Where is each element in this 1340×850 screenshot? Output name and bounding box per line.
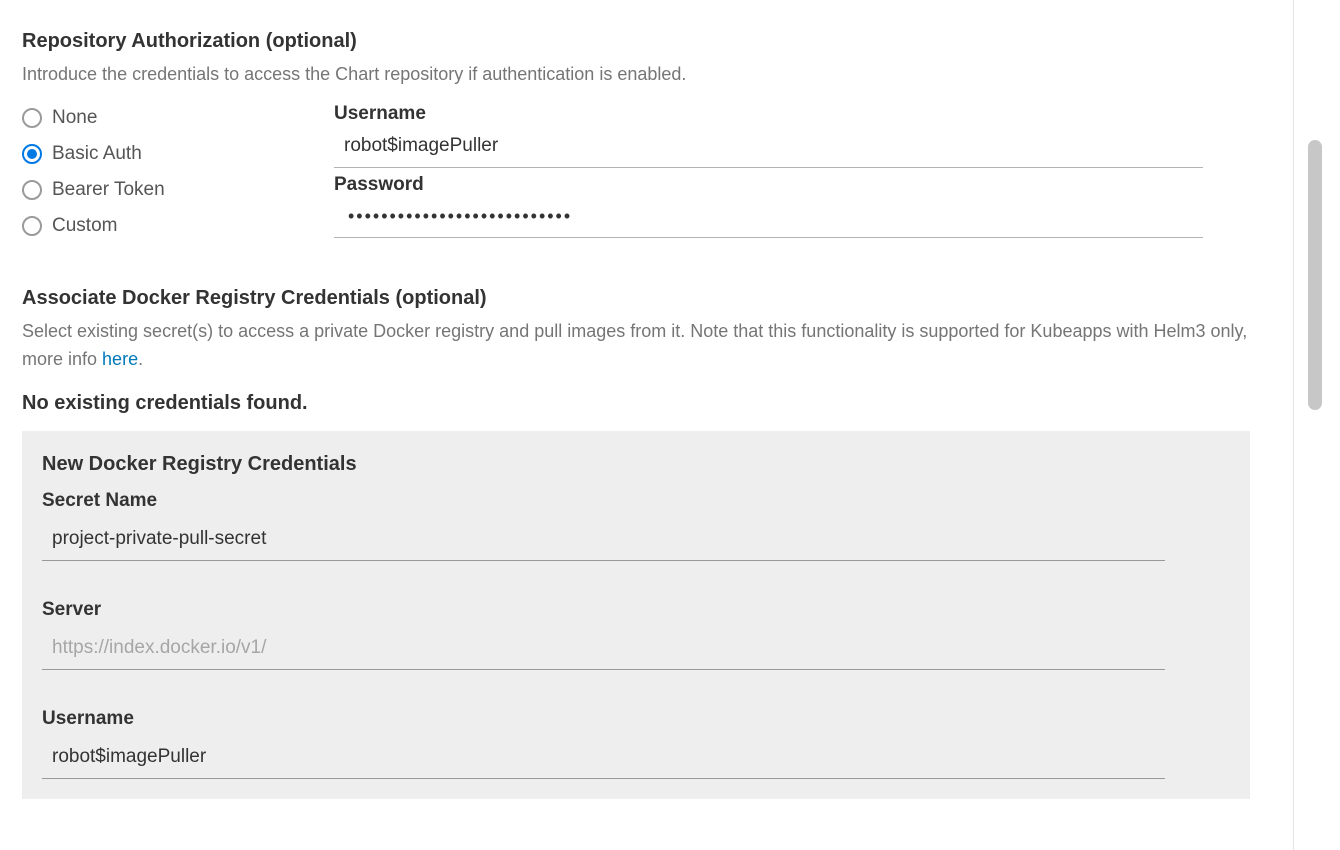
server-input[interactable]: [42, 629, 1165, 670]
vertical-divider: [1293, 0, 1294, 850]
radio-option-basic-auth[interactable]: Basic Auth: [22, 143, 334, 165]
docker-section-description: Select existing secret(s) to access a pr…: [22, 318, 1263, 374]
docker-username-input[interactable]: [42, 738, 1165, 779]
radio-label-basic: Basic Auth: [52, 143, 142, 165]
repo-auth-title: Repository Authorization (optional): [22, 30, 1263, 53]
password-input[interactable]: •••••••••••••••••••••••••••: [334, 198, 1203, 238]
radio-icon: [22, 216, 42, 236]
username-field-group: Username: [334, 103, 1203, 168]
scrollbar-thumb[interactable]: [1308, 140, 1322, 410]
password-label: Password: [334, 174, 1203, 196]
radio-icon-selected: [22, 144, 42, 164]
repo-auth-row: None Basic Auth Bearer Token Custom User…: [22, 103, 1263, 251]
username-input[interactable]: [334, 127, 1203, 168]
radio-column: None Basic Auth Bearer Token Custom: [22, 103, 334, 251]
credentials-column: Username Password ••••••••••••••••••••••…: [334, 103, 1263, 251]
docker-username-label: Username: [42, 708, 1230, 730]
radio-label-bearer: Bearer Token: [52, 179, 165, 201]
docker-card-title: New Docker Registry Credentials: [42, 453, 1230, 476]
here-link[interactable]: here: [102, 349, 138, 369]
server-label: Server: [42, 599, 1230, 621]
password-field-group: Password •••••••••••••••••••••••••••: [334, 174, 1203, 238]
radio-label-custom: Custom: [52, 215, 117, 237]
radio-label-none: None: [52, 107, 97, 129]
secret-name-input[interactable]: [42, 520, 1165, 561]
radio-icon: [22, 180, 42, 200]
radio-option-none[interactable]: None: [22, 107, 334, 129]
radio-icon: [22, 108, 42, 128]
page-container: Repository Authorization (optional) Intr…: [0, 0, 1285, 850]
no-credentials-text: No existing credentials found.: [22, 392, 1263, 415]
docker-credentials-card: New Docker Registry Credentials Secret N…: [22, 431, 1250, 799]
server-field: Server: [42, 599, 1230, 670]
scrollbar-track[interactable]: [1308, 0, 1322, 850]
docker-description-suffix: .: [138, 349, 143, 369]
secret-name-label: Secret Name: [42, 490, 1230, 512]
username-label: Username: [334, 103, 1203, 125]
docker-description-text: Select existing secret(s) to access a pr…: [22, 321, 1247, 369]
docker-username-field: Username: [42, 708, 1230, 779]
secret-name-field: Secret Name: [42, 490, 1230, 561]
repo-auth-description: Introduce the credentials to access the …: [22, 61, 1263, 89]
radio-option-bearer-token[interactable]: Bearer Token: [22, 179, 334, 201]
radio-option-custom[interactable]: Custom: [22, 215, 334, 237]
docker-section-title: Associate Docker Registry Credentials (o…: [22, 287, 1263, 310]
